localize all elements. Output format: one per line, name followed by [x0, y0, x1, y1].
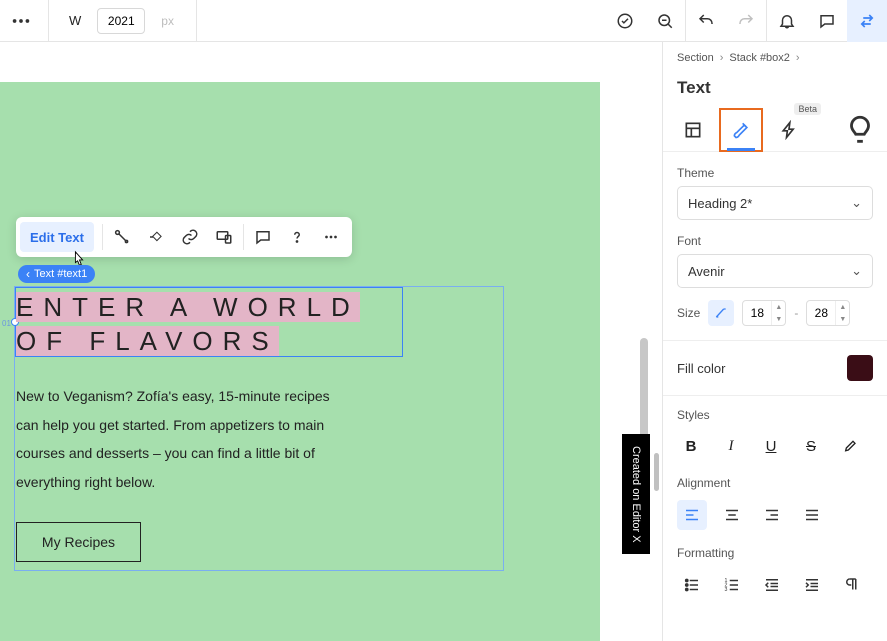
styles-row: Styles B I U S — [663, 396, 887, 462]
theme-value: Heading 2* — [688, 196, 752, 211]
italic-toggle[interactable]: I — [717, 432, 745, 460]
indent-increase[interactable] — [797, 570, 827, 600]
my-recipes-button[interactable]: My Recipes — [16, 522, 141, 562]
fill-row: Fill color — [663, 341, 887, 396]
align-center[interactable] — [717, 500, 747, 530]
panel-title: Text — [663, 74, 887, 108]
align-justify[interactable] — [797, 500, 827, 530]
divider — [48, 0, 49, 42]
highlight-toggle[interactable] — [837, 432, 865, 460]
comments-icon[interactable] — [807, 0, 847, 42]
step-up-icon[interactable]: ▲ — [836, 301, 849, 313]
link-icon[interactable] — [173, 222, 207, 252]
comment-icon[interactable] — [246, 222, 280, 252]
undo-icon[interactable] — [686, 0, 726, 42]
canvas-scrollbar[interactable] — [640, 338, 648, 448]
formatting-label: Formatting — [677, 546, 873, 560]
styles-label: Styles — [677, 408, 873, 422]
size-scale-toggle[interactable] — [708, 300, 734, 326]
tab-interactions[interactable]: Beta — [767, 108, 811, 152]
range-dash: - — [794, 306, 798, 320]
breadcrumb-item[interactable]: Stack #box2 — [729, 52, 790, 64]
width-unit: px — [161, 14, 174, 28]
width-label: W — [69, 13, 81, 28]
beta-badge: Beta — [794, 103, 821, 115]
redo-icon[interactable] — [726, 0, 766, 42]
underline-toggle[interactable]: U — [757, 432, 785, 460]
guide-label: 01 — [2, 319, 11, 328]
indent-decrease[interactable] — [757, 570, 787, 600]
alignment-row: Alignment — [663, 462, 887, 532]
size-min-input[interactable]: ▲▼ — [742, 300, 786, 326]
divider — [243, 224, 244, 250]
watermark-badge[interactable]: Created on Editor X — [622, 434, 650, 554]
top-left: W px — [0, 0, 197, 42]
more-menu-icon[interactable] — [10, 10, 32, 32]
bulleted-list[interactable] — [677, 570, 707, 600]
element-label[interactable]: Text #text1 — [18, 265, 95, 283]
theme-dropdown[interactable]: Heading 2* ⌄ — [677, 186, 873, 220]
body-text[interactable]: New to Veganism? Zofía's easy, 15-minute… — [16, 382, 356, 497]
numbered-list[interactable]: 123 — [717, 570, 747, 600]
top-toolbar: W px — [0, 0, 887, 42]
size-min-field[interactable] — [743, 306, 771, 320]
step-down-icon[interactable]: ▼ — [772, 313, 785, 325]
tab-layout[interactable] — [671, 108, 715, 152]
step-down-icon[interactable]: ▼ — [836, 313, 849, 325]
strike-toggle[interactable]: S — [797, 432, 825, 460]
chevron-right-icon: › — [720, 52, 724, 64]
tab-help[interactable] — [843, 108, 877, 152]
svg-text:3: 3 — [725, 587, 728, 593]
size-label: Size — [677, 306, 700, 320]
heading-text[interactable]: ENTER A WORLDOF FLAVORS — [16, 291, 360, 359]
size-row: Size ▲▼ - ▲▼ — [663, 288, 887, 341]
step-up-icon[interactable]: ▲ — [772, 301, 785, 313]
breadcrumb: Section › Stack #box2 › — [663, 42, 887, 74]
help-icon[interactable] — [280, 222, 314, 252]
theme-label: Theme — [663, 152, 887, 186]
tab-row: Beta — [663, 108, 887, 152]
animation-icon[interactable] — [105, 222, 139, 252]
bold-toggle[interactable]: B — [677, 432, 705, 460]
chevron-down-icon: ⌄ — [851, 195, 862, 211]
divider — [196, 0, 197, 42]
alignment-label: Alignment — [677, 476, 873, 490]
tab-design[interactable] — [719, 108, 763, 152]
width-input[interactable] — [97, 8, 145, 34]
notifications-icon[interactable] — [767, 0, 807, 42]
align-left[interactable] — [677, 500, 707, 530]
breadcrumb-item[interactable]: Section — [677, 52, 714, 64]
chevron-right-icon: › — [796, 52, 800, 64]
align-right[interactable] — [757, 500, 787, 530]
size-max-field[interactable] — [807, 306, 835, 320]
size-max-input[interactable]: ▲▼ — [806, 300, 850, 326]
font-dropdown[interactable]: Avenir ⌄ — [677, 254, 873, 288]
panel-splitter[interactable] — [654, 453, 659, 491]
fill-label: Fill color — [677, 361, 725, 376]
floating-toolbar: Edit Text — [16, 217, 352, 257]
swap-icon[interactable] — [847, 0, 887, 42]
text-direction[interactable] — [837, 570, 867, 600]
divider — [102, 224, 103, 250]
checkmark-icon[interactable] — [605, 0, 645, 42]
inspector-panel: Section › Stack #box2 › Text Beta Theme … — [662, 42, 887, 641]
edit-text-button[interactable]: Edit Text — [20, 222, 94, 252]
formatting-row: Formatting 123 — [663, 532, 887, 600]
chevron-down-icon: ⌄ — [851, 263, 862, 279]
top-right — [605, 0, 887, 41]
diamond-icon[interactable] — [139, 222, 173, 252]
fill-color-swatch[interactable] — [847, 355, 873, 381]
more-icon[interactable] — [314, 222, 348, 252]
canvas[interactable]: Edit Text Text #text1 01 ENTER A WORLD — [0, 42, 662, 641]
viewport-icon[interactable] — [207, 222, 241, 252]
font-value: Avenir — [688, 264, 725, 279]
font-label: Font — [663, 220, 887, 254]
zoom-out-icon[interactable] — [645, 0, 685, 42]
